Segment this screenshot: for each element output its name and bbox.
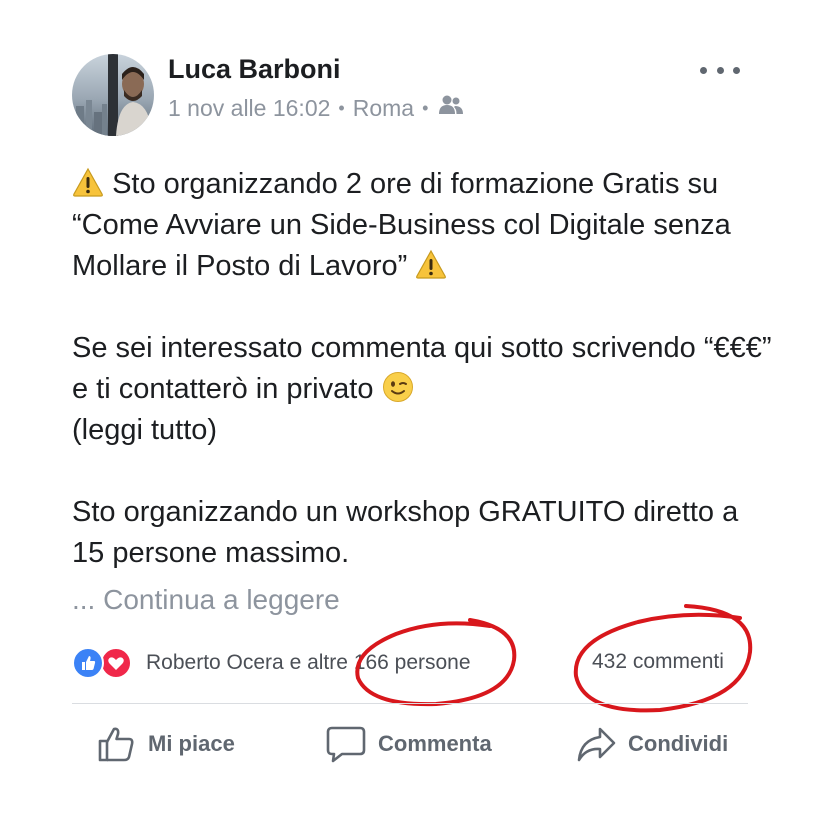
share-label: Condividi xyxy=(628,731,729,756)
continue-reading-link[interactable]: Continua a leggere xyxy=(103,584,340,615)
comment-label: Commenta xyxy=(378,731,492,756)
paragraph-2-text: Se sei interessato commenta qui sotto sc… xyxy=(72,332,772,405)
reactions-summary[interactable]: Roberto Ocera e altre 166 persone xyxy=(72,646,471,680)
paragraph-3: Sto organizzando un workshop GRATUITO di… xyxy=(72,496,739,569)
continue-reading: ... Continua a leggere xyxy=(72,584,340,616)
paragraph-2: Se sei interessato commenta qui sotto sc… xyxy=(72,328,772,451)
like-icon xyxy=(72,647,104,679)
post-date[interactable]: 1 nov alle 16:02 xyxy=(168,95,330,122)
reaction-icons xyxy=(72,646,140,680)
friends-icon[interactable] xyxy=(436,94,464,122)
more-options-icon[interactable] xyxy=(700,52,740,88)
reactions-text[interactable]: Roberto Ocera e altre 166 persone xyxy=(146,651,471,675)
read-all-note: (leggi tutto) xyxy=(72,414,218,446)
thumbs-up-icon xyxy=(98,727,134,762)
like-label: Mi piace xyxy=(148,731,235,756)
post-body: Sto organizzando 2 ore di formazione Gra… xyxy=(72,164,772,574)
share-icon xyxy=(577,727,616,762)
share-button[interactable]: Condividi xyxy=(576,724,728,764)
comment-icon xyxy=(326,726,366,763)
ellipsis: ... xyxy=(72,584,96,615)
wink-emoji-icon xyxy=(382,372,413,402)
post-meta: 1 nov alle 16:02 • Roma • xyxy=(168,94,464,122)
love-icon xyxy=(100,647,132,679)
facebook-post: Luca Barboni 1 nov alle 16:02 • Roma • S… xyxy=(0,0,820,820)
warning-emoji-icon xyxy=(416,249,447,279)
separator-dot: • xyxy=(338,97,345,118)
separator-dot: • xyxy=(422,97,429,118)
divider xyxy=(72,703,748,704)
paragraph-1-text: Sto organizzando 2 ore di formazione Gra… xyxy=(72,168,731,282)
like-button[interactable]: Mi piace xyxy=(96,724,235,764)
author-name[interactable]: Luca Barboni xyxy=(168,54,341,85)
comments-count[interactable]: 432 commenti xyxy=(592,650,724,674)
warning-emoji-icon xyxy=(73,167,103,197)
post-location[interactable]: Roma xyxy=(353,95,414,122)
comment-button[interactable]: Commenta xyxy=(326,724,492,764)
avatar[interactable] xyxy=(72,54,154,136)
paragraph-1: Sto organizzando 2 ore di formazione Gra… xyxy=(72,164,772,287)
